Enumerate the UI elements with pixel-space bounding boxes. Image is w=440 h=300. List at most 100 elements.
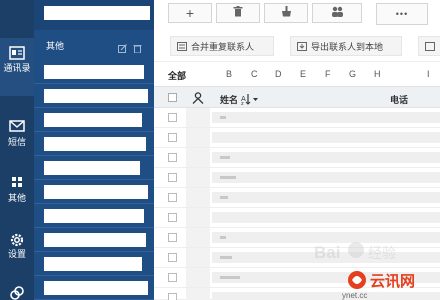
redacted-block	[44, 281, 148, 295]
trash-icon	[233, 4, 243, 22]
add-button[interactable]: +	[168, 3, 212, 23]
redacted-block	[212, 212, 440, 223]
rail-item-more[interactable]	[0, 284, 34, 300]
row-checkbox[interactable]	[168, 153, 177, 162]
redacted-mark	[220, 176, 236, 179]
list-item[interactable]	[34, 60, 154, 84]
merge-icon	[177, 41, 187, 51]
table-row[interactable]	[154, 128, 440, 148]
avatar	[186, 288, 210, 300]
folder-icon	[425, 41, 435, 51]
filter-letter-i[interactable]: I	[427, 69, 430, 79]
group-button[interactable]	[312, 3, 362, 23]
redacted-block	[212, 192, 440, 203]
redacted-block	[212, 152, 440, 163]
group-list: 其他	[34, 0, 154, 300]
list-item[interactable]	[34, 132, 154, 156]
table-row[interactable]	[154, 168, 440, 188]
redacted-mark	[220, 156, 230, 159]
redacted-block	[44, 185, 148, 199]
delete-button[interactable]	[216, 3, 260, 23]
filter-letter-d[interactable]: D	[275, 69, 282, 79]
row-checkbox[interactable]	[168, 133, 177, 142]
extra-action-button[interactable]	[418, 36, 440, 56]
row-checkbox[interactable]	[168, 253, 177, 262]
redacted-block	[212, 172, 440, 183]
filter-letter-c[interactable]: C	[251, 69, 258, 79]
row-checkbox[interactable]	[168, 173, 177, 182]
avatar	[186, 128, 210, 147]
group-title: 其他	[46, 42, 65, 52]
redacted-block	[44, 6, 150, 20]
phone-column-header[interactable]: 电话	[390, 93, 408, 106]
filter-all[interactable]: 全部	[168, 69, 186, 82]
letter-filter: 全部 B C D E F G H I	[154, 62, 440, 86]
broom-icon	[281, 4, 292, 22]
list-search[interactable]	[34, 0, 154, 30]
redacted-mark	[220, 276, 240, 279]
group-header[interactable]: 其他	[34, 34, 154, 56]
export-icon	[297, 41, 307, 51]
list-item[interactable]	[34, 108, 154, 132]
list-item[interactable]	[34, 252, 154, 276]
row-checkbox[interactable]	[168, 113, 177, 122]
avatar	[186, 188, 210, 207]
table-row[interactable]	[154, 208, 440, 228]
rail-item-sms[interactable]: 短信	[0, 112, 34, 162]
row-checkbox[interactable]	[168, 273, 177, 282]
avatar	[186, 148, 210, 167]
grid-icon	[0, 176, 34, 192]
svg-text:Bai: Bai	[314, 243, 340, 262]
filter-letter-f[interactable]: F	[325, 69, 331, 79]
row-checkbox[interactable]	[168, 293, 177, 300]
list-item[interactable]	[34, 204, 154, 228]
row-checkbox[interactable]	[168, 213, 177, 222]
svg-text:z: z	[241, 101, 244, 105]
rail-item-other[interactable]: 其他	[0, 168, 34, 218]
edit-icon[interactable]	[118, 40, 127, 53]
sort-icon[interactable]: Az	[241, 92, 259, 107]
clean-button[interactable]	[264, 3, 308, 23]
redacted-mark	[220, 236, 226, 239]
person-icon	[192, 91, 204, 104]
filter-letter-g[interactable]: G	[349, 69, 356, 79]
redacted-block	[44, 209, 144, 223]
rail-item-contacts[interactable]: 通讯录	[0, 38, 34, 96]
svg-text:云讯网: 云讯网	[370, 272, 415, 290]
row-checkbox[interactable]	[168, 233, 177, 242]
list-item[interactable]	[34, 276, 154, 300]
name-column-header[interactable]: 姓名	[220, 93, 238, 106]
redacted-block	[44, 65, 144, 79]
redacted-block	[44, 113, 142, 127]
more-label: •••	[395, 9, 409, 19]
merge-duplicates-button[interactable]: 合并重复联系人	[170, 36, 274, 56]
list-item[interactable]	[34, 228, 154, 252]
rail-item-settings[interactable]: 设置	[0, 224, 34, 274]
link-icon	[0, 286, 34, 300]
avatar	[186, 248, 210, 267]
table-row[interactable]	[154, 108, 440, 128]
redacted-block	[44, 257, 142, 271]
table-row[interactable]	[154, 188, 440, 208]
list-item[interactable]	[34, 180, 154, 204]
avatar	[186, 208, 210, 227]
export-contacts-button[interactable]: 导出联系人到本地	[290, 36, 402, 56]
filter-letter-b[interactable]: B	[226, 69, 232, 79]
redacted-block	[44, 161, 140, 175]
avatar	[186, 108, 210, 127]
filter-letter-h[interactable]: H	[374, 69, 381, 79]
merge-duplicates-label: 合并重复联系人	[191, 42, 255, 53]
svg-text:ynet.cc: ynet.cc	[342, 291, 367, 300]
row-checkbox[interactable]	[168, 193, 177, 202]
redacted-mark	[220, 256, 232, 259]
filter-letter-e[interactable]: E	[300, 69, 306, 79]
trash-icon[interactable]	[133, 40, 142, 54]
select-all-checkbox[interactable]	[168, 93, 177, 102]
redacted-block	[44, 233, 146, 247]
avatar	[186, 168, 210, 187]
more-button[interactable]: •••	[376, 3, 428, 25]
table-row[interactable]	[154, 148, 440, 168]
list-item[interactable]	[34, 84, 154, 108]
redacted-block	[44, 89, 148, 103]
list-item[interactable]	[34, 156, 154, 180]
